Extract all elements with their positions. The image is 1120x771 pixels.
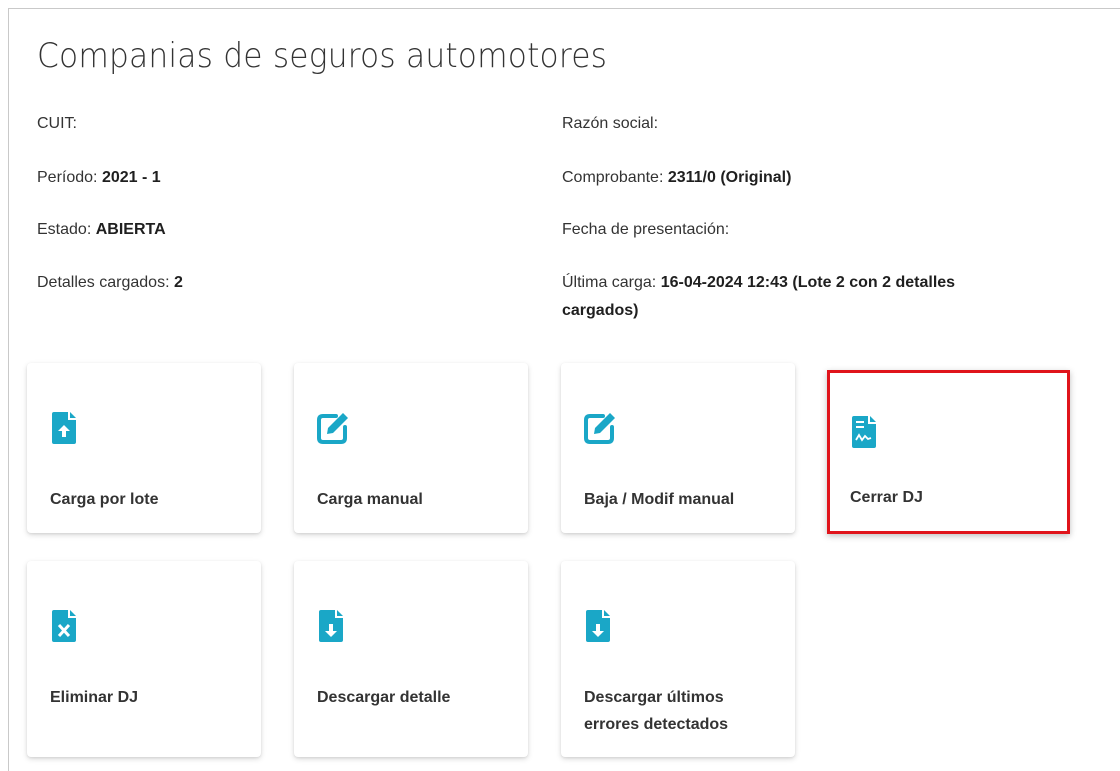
card-label: Descargar últimos errores detectados <box>584 689 729 733</box>
descargar-errores-card[interactable]: Descargar últimos errores detectados <box>561 561 795 757</box>
periodo-value: 2021 - 1 <box>101 169 161 186</box>
page-title: Companias de seguros automotores <box>37 36 608 76</box>
razon-social-row: Razón social: <box>562 110 658 138</box>
comprobante-row: Comprobante: 2311/0 (Original) <box>562 164 791 192</box>
cuit-row: CUIT: <box>37 110 77 138</box>
comprobante-value: 2311/0 (Original) <box>667 169 792 186</box>
estado-value: ABIERTA <box>95 221 166 238</box>
card-label: Descargar detalle <box>317 689 451 706</box>
estado-row: Estado: ABIERTA <box>37 216 166 244</box>
card-label: Carga manual <box>317 491 423 508</box>
fecha-presentacion-label: Fecha de presentación: <box>562 221 730 238</box>
ultima-carga-row: Última carga: 16-04-2024 12:43 (Lote 2 c… <box>562 269 1012 325</box>
card-label: Cerrar DJ <box>850 489 923 506</box>
comprobante-label: Comprobante: <box>562 169 664 186</box>
detalles-row: Detalles cargados: 2 <box>37 269 183 297</box>
detalles-value: 2 <box>173 274 183 291</box>
estado-label: Estado: <box>37 221 92 238</box>
card-label: Baja / Modif manual <box>584 491 735 508</box>
cuit-label: CUIT: <box>37 115 77 132</box>
card-label: Carga por lote <box>50 491 159 508</box>
detalles-label: Detalles cargados: <box>37 274 170 291</box>
file-signature-icon <box>852 416 876 448</box>
carga-manual-card[interactable]: Carga manual <box>294 363 528 533</box>
edit-icon <box>584 413 615 444</box>
baja-modif-manual-card[interactable]: Baja / Modif manual <box>561 363 795 533</box>
card-label: Eliminar DJ <box>50 689 139 706</box>
periodo-label: Período: <box>37 169 98 186</box>
razon-social-label: Razón social: <box>562 115 659 132</box>
file-delete-icon <box>52 610 76 642</box>
ultima-carga-label: Última carga: <box>562 274 657 291</box>
file-upload-icon <box>52 412 76 444</box>
periodo-row: Período: 2021 - 1 <box>37 164 161 192</box>
carga-por-lote-card[interactable]: Carga por lote <box>27 363 261 533</box>
cerrar-dj-card[interactable]: Cerrar DJ <box>827 370 1070 534</box>
fecha-row: Fecha de presentación: <box>562 216 729 244</box>
descargar-detalle-card[interactable]: Descargar detalle <box>294 561 528 757</box>
file-download-icon <box>586 610 610 642</box>
file-download-icon <box>319 610 343 642</box>
edit-icon <box>317 413 348 444</box>
eliminar-dj-card[interactable]: Eliminar DJ <box>27 561 261 757</box>
